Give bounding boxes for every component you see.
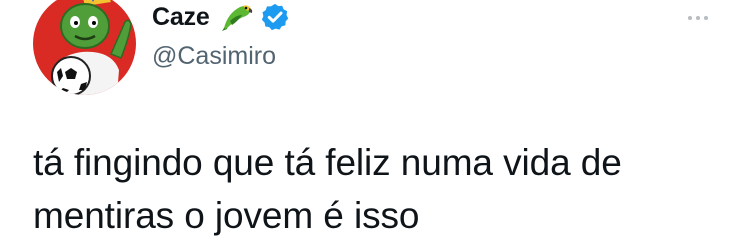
- more-icon: [688, 16, 692, 20]
- more-icon: [696, 16, 700, 20]
- avatar[interactable]: [33, 0, 136, 95]
- verified-badge-icon: [260, 2, 290, 32]
- author-display-name[interactable]: Caze: [152, 3, 210, 32]
- avatar-illustration: [33, 0, 136, 95]
- tweet-card[interactable]: Caze @Casimiro tá fingindo que tá feliz …: [0, 0, 750, 249]
- parrot-emoji-icon: [216, 1, 254, 33]
- author-handle[interactable]: @Casimiro: [152, 42, 276, 71]
- more-options-button[interactable]: [680, 6, 716, 30]
- tweet-text: tá fingindo que tá feliz numa vida de me…: [33, 142, 622, 236]
- author-name-row: Caze: [152, 0, 290, 34]
- more-icon: [704, 16, 708, 20]
